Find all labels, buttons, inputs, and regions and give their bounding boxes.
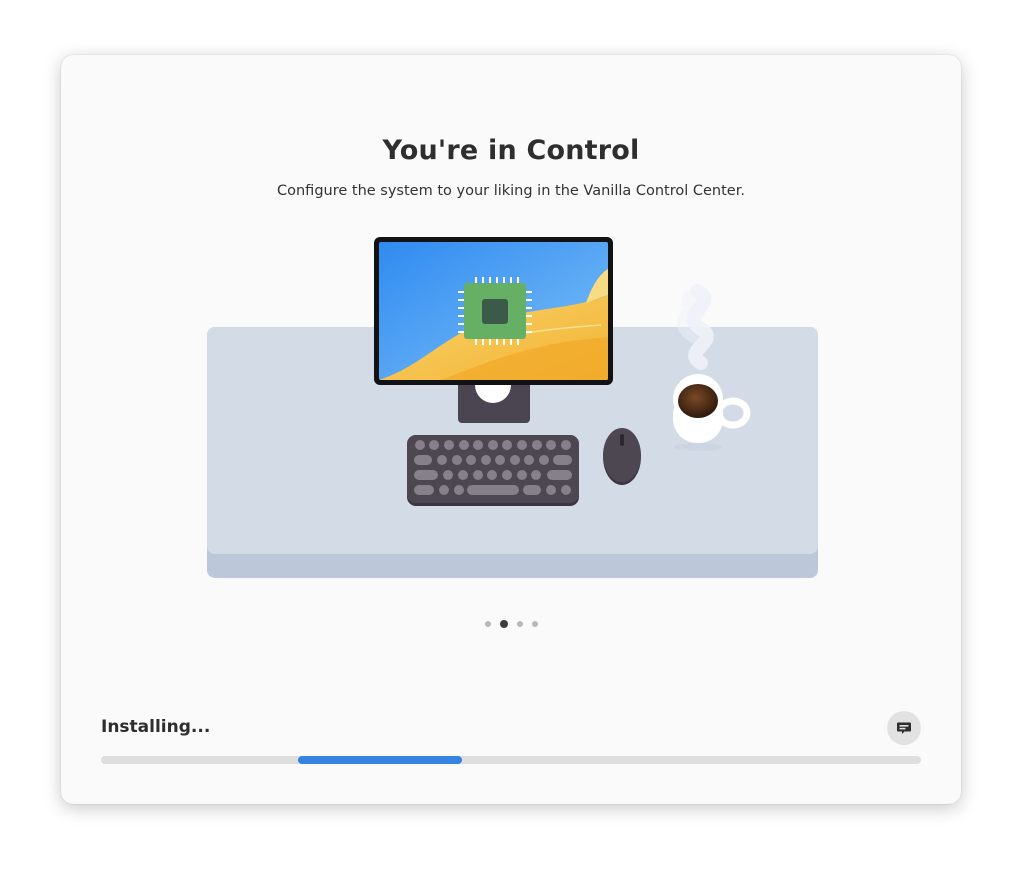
slide-description: Configure the system to your liking in t… [277,183,745,199]
page-dot-2-active[interactable] [499,620,508,628]
install-progress-bar [101,756,921,764]
console-button[interactable] [887,711,921,745]
coffee-steam [677,284,714,370]
progress-bar-pulse [297,756,462,764]
install-status-label: Installing... [101,717,211,737]
page-dot-4[interactable] [531,621,538,627]
monitor [374,237,613,385]
chip-logo [458,277,532,345]
page-indicator [61,620,961,628]
slide-title: You're in Control [382,135,640,166]
terminal-chat-icon [897,722,911,734]
page-dot-3[interactable] [516,621,523,627]
desk-setup-illustration [207,237,818,578]
page-dot-1[interactable] [484,621,491,627]
installer-window: You're in Control Configure the system t… [61,55,961,804]
mouse [603,428,641,485]
keyboard [407,435,579,506]
